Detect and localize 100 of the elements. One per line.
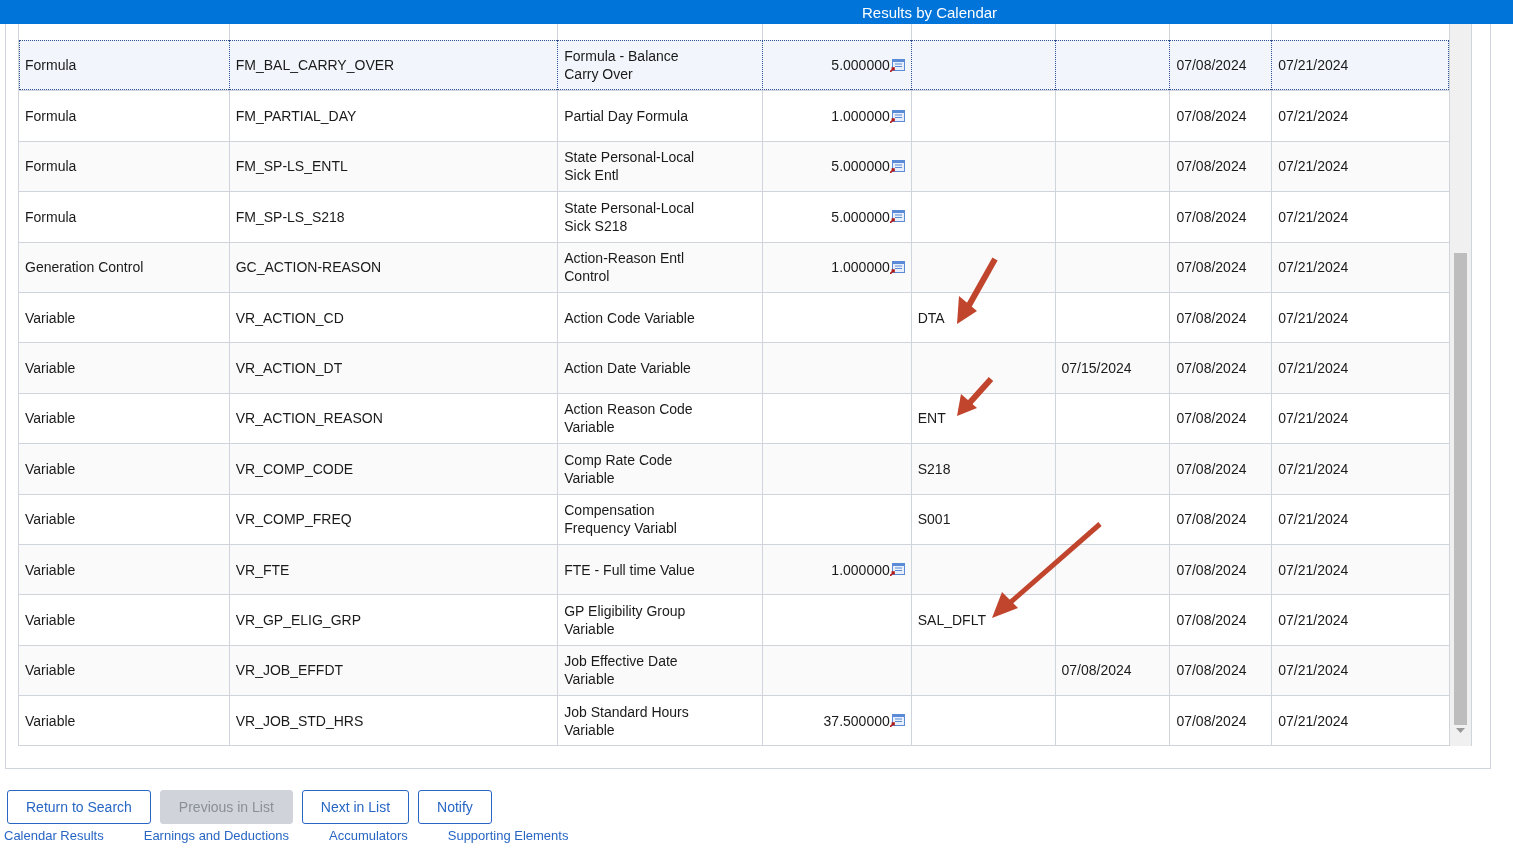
table-row[interactable]: Variable VR_ACTION_CD Action Code Variable DTA 07/08/2024 07/21/2024	[19, 291, 1449, 343]
table-cell: Formula	[25, 56, 77, 75]
nav-link[interactable]: Supporting Elements	[447, 828, 569, 844]
table-row[interactable]: Variable VR_ACTION_DT Action Date Variable 07/15/2024 07/08/2024 07/21/2024	[19, 342, 1449, 393]
detail-icon[interactable]	[889, 109, 905, 123]
table-cell: VR_ACTION_REASON	[235, 409, 383, 428]
table-cell: ENT	[917, 409, 946, 428]
table-cell: SAL_DFLT	[917, 611, 986, 629]
table-cell-text: State Personal-Local Sick S218	[564, 198, 696, 235]
table-cell: 07/21/2024	[1278, 409, 1349, 428]
table-cell: 07/21/2024	[1278, 207, 1349, 226]
detail-icon[interactable]	[889, 159, 905, 173]
table-cell: 07/21/2024	[1278, 459, 1349, 478]
action-button[interactable]: Return to Search	[7, 790, 151, 825]
table-cell: FTE - Full time Value	[564, 560, 695, 579]
nav-link[interactable]: Earnings and Deductions	[143, 828, 289, 844]
table-cell: FM_SP-LS_S218	[235, 207, 345, 226]
table-cell: 1.000000	[831, 258, 890, 277]
table-row[interactable]: Variable VR_ACTION_REASON Action Reason Code Variable ENT 07/08/2024 07/21/2024	[19, 392, 1449, 444]
table-cell: VR_COMP_CODE	[235, 459, 354, 478]
table-cell-text: Action-Reason Entl Control	[564, 249, 686, 286]
table-cell: 07/08/2024	[1176, 510, 1247, 529]
table-cell: Variable	[25, 661, 76, 680]
table-cell: Variable	[25, 510, 76, 529]
table-cell: 5.000000	[831, 207, 890, 226]
table-cell: 07/08/2024	[1176, 711, 1247, 730]
table-cell: 37.500000	[823, 711, 890, 730]
table-cell: Formula	[25, 207, 77, 226]
table-row[interactable]: Variable VR_COMP_CODE Comp Rate Code Variable S218 07/08/2024 07/21/2024	[19, 443, 1449, 494]
table-cell: 07/21/2024	[1278, 510, 1349, 529]
table-row[interactable]: Variable VR_COMP_FREQ Compensation Frequency Variabl S001 07/08/2024 07/21/2024	[19, 493, 1449, 544]
table-row[interactable]: Formula FM_SP-LS_ENTL State Personal-Local Sick Entl 5.000000 07/08/2024 07/21/2024	[19, 140, 1449, 192]
table-cell: 07/21/2024	[1278, 611, 1349, 629]
table-cell: 07/08/2024	[1176, 409, 1247, 428]
table-cell: VR_JOB_EFFDT	[235, 661, 344, 680]
table-cell-text: State Personal-Local Sick Entl	[564, 148, 696, 185]
table-cell: Variable	[25, 308, 76, 327]
table-cell-text: Compensation Frequency Variabl	[564, 501, 678, 538]
action-button[interactable]: Next in List	[301, 790, 410, 825]
table-cell: S001	[917, 510, 951, 529]
table-cell-text: Action Reason Code Variable	[564, 400, 694, 437]
table-cell: 1.000000	[831, 107, 890, 126]
table-cell: 07/21/2024	[1278, 711, 1349, 730]
table-cell: 07/08/2024	[1176, 157, 1247, 176]
table-cell: Partial Day Formula	[564, 107, 688, 126]
table-cell: 07/21/2024	[1278, 661, 1349, 680]
table-cell: 07/08/2024	[1176, 258, 1247, 277]
table-cell: GC_ACTION-REASON	[235, 258, 382, 277]
table-cell: FM_PARTIAL_DAY	[235, 107, 357, 126]
table-cell: VR_FTE	[235, 560, 290, 579]
table-cell: Variable	[25, 560, 76, 579]
table-cell: 07/21/2024	[1278, 308, 1349, 327]
table-cell: DTA	[917, 308, 945, 327]
table-cell: FM_SP-LS_ENTL	[235, 157, 348, 176]
table-cell: 07/21/2024	[1278, 359, 1349, 378]
table-cell-text: Job Effective Date Variable	[564, 652, 679, 689]
nav-link[interactable]: Accumulators	[329, 828, 408, 844]
table-cell: VR_JOB_STD_HRS	[235, 711, 364, 730]
table-row[interactable]: Variable VR_JOB_EFFDT Job Effective Date Variable 07/08/2024 07/08/2024 07/21/2024	[19, 644, 1449, 696]
table-row[interactable]: Formula FM_PARTIAL_DAY Partial Day Formula 1.000000 07/08/2024 07/21/2024	[19, 90, 1449, 141]
table-cell: Variable	[25, 611, 76, 629]
table-cell: FM_BAL_CARRY_OVER	[235, 56, 395, 75]
table-cell: 07/08/2024	[1176, 359, 1247, 378]
annotation-arrow	[955, 376, 995, 418]
table-cell: 07/08/2024	[1176, 459, 1247, 478]
table-row[interactable]: Formula FM_BAL_CARRY_OVER Formula - Balance Carry Over 5.000000 07/08/2024 07/21/2024	[19, 40, 1449, 91]
table-cell: 07/08/2024	[1176, 661, 1247, 680]
table-cell: S218	[917, 459, 951, 478]
table-cell: 07/21/2024	[1278, 107, 1349, 126]
table-row[interactable]: Formula FM_SP-LS_S218 State Personal-Local Sick S218 5.000000 07/08/2024 07/21/2024	[19, 191, 1449, 242]
annotation-arrow	[955, 256, 999, 326]
detail-icon[interactable]	[889, 58, 905, 72]
scrollbar[interactable]	[1450, 24, 1472, 747]
table-cell: 5.000000	[831, 56, 890, 75]
table-row[interactable]: Variable VR_JOB_STD_HRS Job Standard Hours Variable 37.500000 07/08/2024 07/21/2024	[19, 695, 1449, 746]
detail-icon[interactable]	[889, 260, 905, 274]
table-cell: Action Code Variable	[564, 308, 695, 327]
table-cell: VR_COMP_FREQ	[235, 510, 352, 529]
detail-icon[interactable]	[889, 714, 905, 728]
table-cell: 07/08/2024	[1176, 207, 1247, 226]
table-cell: 07/21/2024	[1278, 560, 1349, 579]
detail-icon[interactable]	[889, 210, 905, 224]
table-cell: 07/08/2024	[1176, 56, 1247, 75]
table-row[interactable]: Variable VR_GP_ELIG_GRP GP Eligibility Group Variable SAL_DFLT 07/08/2024 07/21/2024	[19, 594, 1449, 645]
table-cell: Variable	[25, 459, 76, 478]
detail-icon[interactable]	[889, 563, 905, 577]
table-cell: Action Date Variable	[564, 359, 691, 378]
table-cell-text: GP Eligibility Group Variable	[564, 602, 687, 638]
table-cell: VR_GP_ELIG_GRP	[235, 611, 361, 629]
table-cell: VR_ACTION_CD	[235, 308, 344, 327]
table-cell: 07/15/2024	[1061, 359, 1132, 378]
table-cell: 07/21/2024	[1278, 157, 1349, 176]
table-cell: 5.000000	[831, 157, 890, 176]
table-cell-text: Formula - Balance Carry Over	[564, 47, 680, 84]
table-row[interactable]: Generation Control GC_ACTION-REASON Action-Reason Entl Control 1.000000 07/08/2024 07/21/2024	[19, 241, 1449, 292]
table-cell: 07/08/2024	[1176, 308, 1247, 327]
action-button[interactable]: Notify	[418, 790, 492, 825]
table-cell: Generation Control	[25, 258, 144, 277]
nav-link[interactable]: Calendar Results	[4, 828, 104, 844]
table-row[interactable]: Variable VR_FTE FTE - Full time Value 1.000000 07/08/2024 07/21/2024	[19, 543, 1449, 595]
